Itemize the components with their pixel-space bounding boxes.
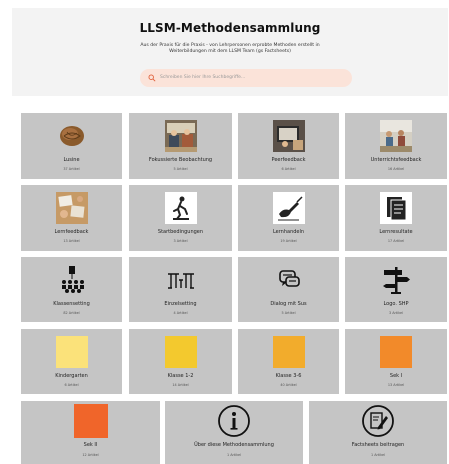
tile-count: 12 Artikel bbox=[82, 453, 99, 457]
tile-label: Lusine bbox=[63, 157, 80, 163]
color-swatch bbox=[164, 336, 197, 368]
tile-count: 3 Artikel bbox=[388, 311, 404, 315]
edit-icon bbox=[362, 405, 394, 437]
tile-logo-shp[interactable]: Logo. SHP 3 Artikel bbox=[345, 257, 447, 322]
tile-peerfeedback[interactable]: Peerfeedback 6 Artikel bbox=[238, 113, 339, 179]
tile-count: 13 Artikel bbox=[387, 383, 405, 387]
tile-label: Sek II bbox=[83, 442, 98, 448]
walnut-photo bbox=[55, 120, 88, 152]
tile-unterrichtsfeedback[interactable]: Unterrichtsfeedback 16 Artikel bbox=[345, 113, 447, 179]
tile-label: Lernfeedback bbox=[54, 229, 89, 235]
tile-count: 1 Artikel bbox=[370, 453, 386, 457]
tile-startbedingungen[interactable]: Startbedingungen 3 Artikel bbox=[129, 185, 232, 251]
classroom-photo bbox=[164, 120, 197, 152]
chat-icon bbox=[278, 270, 300, 287]
tile-lusine[interactable]: Lusine 37 Artikel bbox=[21, 113, 122, 179]
tile-sek-i[interactable]: Sek I 13 Artikel bbox=[345, 329, 447, 394]
tile-label: Dialog mit Sus bbox=[270, 301, 307, 307]
desks-icon bbox=[167, 273, 194, 289]
tile-dialog-mit-sus[interactable]: Dialog mit Sus 5 Artikel bbox=[238, 257, 339, 322]
tile-label: Sek I bbox=[389, 373, 403, 379]
signpost-icon bbox=[383, 267, 410, 294]
tile-count: 1 Artikel bbox=[226, 453, 242, 457]
desk-photo bbox=[55, 192, 88, 224]
tile-count: 14 Artikel bbox=[172, 383, 189, 387]
tile-label: Factsheets beitragen bbox=[351, 442, 405, 448]
tile-count: 5 Artikel bbox=[281, 311, 296, 315]
color-swatch bbox=[380, 336, 412, 368]
tile-klassensetting[interactable]: Klassensetting 82 Artikel bbox=[21, 257, 122, 322]
color-swatch bbox=[73, 404, 108, 438]
tile-klasse-3-6[interactable]: Klasse 3-6 40 Artikel bbox=[238, 329, 339, 394]
tile-label: Einzelsetting bbox=[164, 301, 197, 307]
classroom-photo bbox=[380, 120, 412, 152]
tile-count: 4 Artikel bbox=[173, 311, 188, 315]
tile-count: 40 Artikel bbox=[280, 383, 297, 387]
writing-hand-icon bbox=[272, 192, 305, 224]
color-swatch bbox=[272, 336, 305, 368]
tile-label: Klassensetting bbox=[53, 301, 90, 307]
tile-label: Startbedingungen bbox=[157, 229, 204, 235]
tile-label: Fokussierte Beobachtung bbox=[148, 157, 213, 163]
tile-label: Über diese Methodensammlung bbox=[194, 442, 274, 448]
tile-label: Lernresultate bbox=[379, 229, 413, 235]
tile-einzelsetting[interactable]: Einzelsetting 4 Artikel bbox=[129, 257, 232, 322]
category-grid: Lusine 37 Artikel Fokussierte Beobachtun… bbox=[0, 0, 449, 464]
tile-count: 82 Artikel bbox=[63, 311, 80, 315]
color-swatch bbox=[55, 336, 88, 368]
tile-factsheets-beitragen[interactable]: Factsheets beitragen 1 Artikel bbox=[309, 401, 447, 464]
tablet-photo bbox=[272, 120, 305, 152]
tile-lernhandeln[interactable]: Lernhandeln 19 Artikel bbox=[238, 185, 339, 251]
tile-label: Lernhandeln bbox=[272, 229, 305, 235]
tile-count: 37 Artikel bbox=[63, 167, 80, 171]
tile-count: 3 Artikel bbox=[173, 239, 188, 243]
tile-count: 17 Artikel bbox=[387, 239, 405, 243]
tile-label: Kindergarten bbox=[55, 373, 88, 379]
tile-count: 13 Artikel bbox=[63, 239, 80, 243]
tile-lernresultate[interactable]: Lernresultate 17 Artikel bbox=[345, 185, 447, 251]
documents-icon bbox=[380, 192, 412, 224]
tile-label: Klasse 1-2 bbox=[167, 373, 194, 379]
tile-lernfeedback[interactable]: Lernfeedback 13 Artikel bbox=[21, 185, 122, 251]
tile-sek-ii[interactable]: Sek II 12 Artikel bbox=[21, 401, 160, 464]
tile-label: Logo. SHP bbox=[383, 301, 409, 307]
tile-count: 6 Artikel bbox=[281, 167, 296, 171]
tile-count: 16 Artikel bbox=[387, 167, 405, 171]
tile-label: Klasse 3-6 bbox=[275, 373, 302, 379]
runner-icon bbox=[164, 192, 197, 224]
info-icon bbox=[218, 405, 250, 437]
tile-count: 5 Artikel bbox=[173, 167, 188, 171]
tile-kindergarten[interactable]: Kindergarten 6 Artikel bbox=[21, 329, 122, 394]
tile-label: Peerfeedback bbox=[271, 157, 306, 163]
tile-fokussierte-beobachtung[interactable]: Fokussierte Beobachtung 5 Artikel bbox=[129, 113, 232, 179]
tile-count: 19 Artikel bbox=[280, 239, 297, 243]
group-icon bbox=[61, 266, 84, 293]
tile-ueber-methodensammlung[interactable]: Über diese Methodensammlung 1 Artikel bbox=[165, 401, 303, 464]
tile-label: Unterrichtsfeedback bbox=[370, 157, 422, 163]
tile-count: 6 Artikel bbox=[64, 383, 79, 387]
tile-klasse-1-2[interactable]: Klasse 1-2 14 Artikel bbox=[129, 329, 232, 394]
